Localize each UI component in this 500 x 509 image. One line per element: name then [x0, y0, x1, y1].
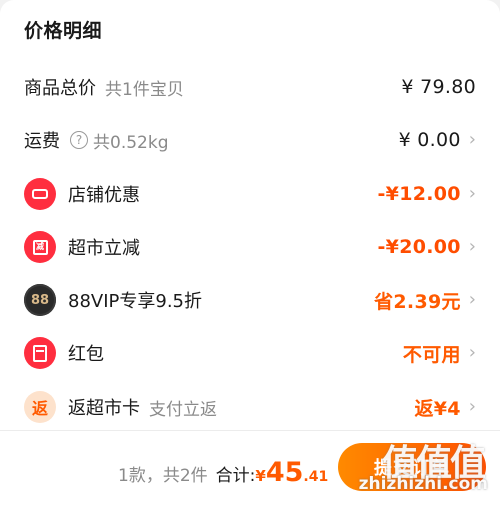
rebate-amount: 返¥4	[414, 397, 461, 420]
vip-savings-amount: 省2.39元	[374, 290, 461, 313]
vip-discount-label: 88VIP专享9.5折	[68, 291, 203, 312]
shipping-label: 运费	[24, 131, 60, 152]
red-envelope-label: 红包	[68, 344, 104, 365]
order-summary: 1款，共2件 合计: ¥ 45 .41	[118, 457, 329, 488]
chevron-right-icon: ›	[468, 236, 476, 257]
row-goods-total: 商品总价 共1件宝贝 ¥ 79.80	[0, 67, 500, 107]
total-amount-integer: 45	[265, 457, 304, 488]
ticket-icon	[24, 178, 56, 210]
goods-total-amount: ¥ 79.80	[401, 76, 476, 98]
total-amount-decimal: .41	[303, 469, 329, 485]
row-red-envelope[interactable]: 红包 不可用 ›	[0, 333, 500, 373]
red-envelope-icon	[24, 337, 56, 369]
row-supermarket-card-rebate[interactable]: 返 返超市卡 支付立返 返¥4 ›	[0, 387, 500, 427]
reduce-icon: 减	[24, 231, 56, 263]
total-label: 合计:	[215, 466, 256, 486]
chevron-right-icon: ›	[468, 289, 476, 310]
vip-88-icon: 88	[24, 284, 56, 316]
shipping-amount: ¥ 0.00	[398, 129, 461, 151]
store-discount-amount: -¥12.00	[377, 183, 461, 205]
supermarket-reduction-label: 超市立减	[68, 238, 140, 259]
supermarket-reduction-amount: -¥20.00	[377, 236, 461, 258]
row-shipping[interactable]: 运费 ? 共0.52kg ¥ 0.00 ›	[0, 120, 500, 160]
help-icon[interactable]: ?	[70, 131, 88, 149]
rebate-icon: 返	[24, 391, 56, 423]
rebate-label: 返超市卡	[68, 398, 140, 419]
submit-order-button[interactable]: 提交订单	[338, 443, 486, 491]
row-store-discount[interactable]: 店铺优惠 -¥12.00 ›	[0, 174, 500, 214]
shipping-weight-text: 共0.52kg	[93, 132, 169, 153]
total-currency: ¥	[255, 467, 266, 485]
chevron-right-icon: ›	[468, 183, 476, 204]
item-count-text: 1款，共2件	[118, 466, 208, 486]
row-88vip-discount[interactable]: 88 88VIP专享9.5折 省2.39元 ›	[0, 280, 500, 320]
checkout-bar: 1款，共2件 合计: ¥ 45 .41 提交订单	[0, 430, 500, 509]
store-discount-label: 店铺优惠	[68, 185, 140, 206]
price-detail-card: 价格明细 商品总价 共1件宝贝 ¥ 79.80 运费 ? 共0.52kg ¥ 0…	[0, 0, 500, 430]
goods-count-text: 共1件宝贝	[105, 79, 184, 100]
rebate-sub-text: 支付立返	[149, 399, 217, 420]
row-supermarket-reduction[interactable]: 减 超市立减 -¥20.00 ›	[0, 227, 500, 267]
chevron-right-icon: ›	[468, 342, 476, 363]
chevron-right-icon: ›	[468, 129, 476, 150]
goods-total-label: 商品总价	[24, 78, 96, 99]
price-detail-title: 价格明细	[24, 20, 103, 42]
reduce-icon-text: 减	[32, 239, 48, 255]
chevron-right-icon: ›	[468, 396, 476, 417]
red-envelope-status: 不可用	[402, 343, 461, 366]
